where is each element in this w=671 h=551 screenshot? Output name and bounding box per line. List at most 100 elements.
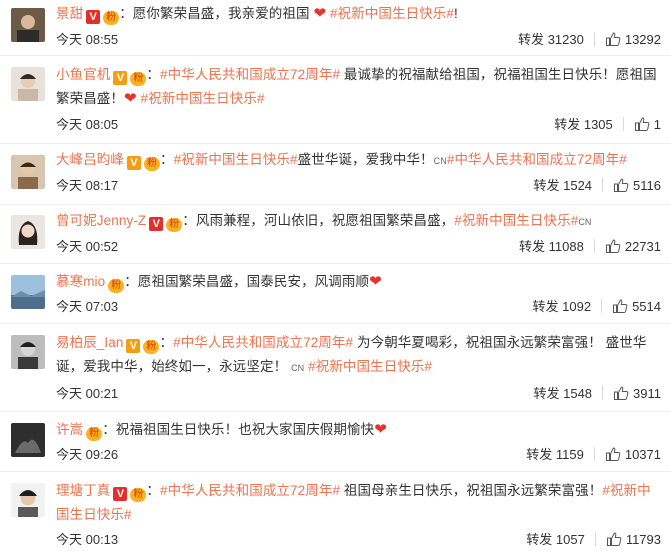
like-button[interactable]: 11793 <box>606 530 661 550</box>
comment-item: 慕寒mio 粉：愿祖国繁荣昌盛，国泰民安，风调雨顺❤ 今天 07:03 转发 10… <box>0 264 671 324</box>
topic-link[interactable]: #祝新中国生日快乐# <box>174 152 298 167</box>
comment-text: 盛世华诞，爱我中华！ <box>297 152 434 167</box>
repost-button[interactable]: 转发 11088 <box>519 237 584 257</box>
comment-body: 曾可妮Jenny-Z V 粉：风雨兼程，河山依旧，祝愿祖国繁荣昌盛，#祝新中国生日快… <box>56 209 661 234</box>
avatar[interactable] <box>11 155 45 189</box>
timestamp: 今天 00:52 <box>56 239 119 254</box>
thumb-up-icon <box>614 178 629 192</box>
like-button[interactable]: 5116 <box>613 176 661 196</box>
username[interactable]: 理塘丁真 <box>56 483 110 498</box>
avatar[interactable] <box>11 423 45 457</box>
like-count: 10371 <box>624 447 661 462</box>
comment-body: 大峰吕昀峰 V 粉：#祝新中国生日快乐#盛世华诞，爱我中华！CN#中华人民共和国成立… <box>56 152 627 171</box>
comment-text: 祖国母亲生日快乐，祝祖国永远繁荣富强！ <box>340 483 603 498</box>
username[interactable]: 景甜 <box>56 6 83 21</box>
repost-button[interactable]: 转发 1305 <box>554 115 613 135</box>
topic-link[interactable]: #祝新中国生日快乐# <box>454 213 578 228</box>
comment-meta: 今天 00:21 转发 1548 3911 <box>56 384 661 404</box>
comment-item: 大峰吕昀峰 V 粉：#祝新中国生日快乐#盛世华诞，爱我中华！CN#中华人民共和国成立… <box>0 144 671 205</box>
comment-text: ：愿祖国繁荣昌盛，国泰民安，风调雨顺 <box>124 274 370 289</box>
avatar[interactable] <box>11 483 45 517</box>
fan-badge-icon: 粉 <box>166 218 183 232</box>
thumb-up-icon <box>606 532 622 546</box>
thumb-up-icon <box>605 239 621 253</box>
username[interactable]: 易柏辰_Ian <box>56 335 123 350</box>
divider <box>594 532 596 546</box>
username[interactable]: 慕寒mio <box>56 274 105 289</box>
like-button[interactable]: 22731 <box>605 237 661 257</box>
verified-v-icon: V <box>127 156 141 170</box>
fan-badge-icon: 粉 <box>130 72 147 86</box>
comment-meta: 今天 00:13 转发 1057 11793 <box>56 530 661 550</box>
fan-badge-icon: 粉 <box>143 340 160 354</box>
topic-link[interactable]: #中华人民共和国成立72周年# <box>160 67 340 82</box>
thumb-up-icon <box>605 447 621 461</box>
comment-body: 理塘丁真 V 粉：#中华人民共和国成立72周年# 祖国母亲生日快乐，祝祖国永远繁荣富… <box>56 483 651 522</box>
like-count: 5514 <box>632 299 661 314</box>
username[interactable]: 许嵩 <box>56 422 83 437</box>
comment-meta: 今天 08:55 转发 31230 13292 <box>56 30 661 50</box>
divider <box>602 386 604 400</box>
heart-emoji-icon: ❤ <box>374 421 387 438</box>
comment-item: 曾可妮Jenny-Z V 粉：风雨兼程，河山依旧，祝愿祖国繁荣昌盛，#祝新中国生日快… <box>0 205 671 264</box>
comment-body: 易柏辰_Ian V 粉：#中华人民共和国成立72周年# 为今朝华夏喝彩，祝祖国永远繁… <box>56 335 647 374</box>
username[interactable]: 大峰吕昀峰 <box>56 152 124 167</box>
avatar[interactable] <box>11 215 45 249</box>
cn-flag-icon: CN <box>291 363 305 373</box>
repost-count: 11088 <box>548 239 584 254</box>
repost-count: 1057 <box>555 532 585 547</box>
timestamp: 今天 07:03 <box>56 299 119 314</box>
repost-count: 1524 <box>563 178 593 193</box>
timestamp: 今天 08:05 <box>56 117 119 132</box>
repost-count: 1159 <box>555 447 584 462</box>
timestamp: 今天 00:13 <box>56 532 119 547</box>
like-count: 11793 <box>625 532 661 547</box>
like-button[interactable]: 5514 <box>612 297 661 317</box>
heart-emoji-icon: ❤ <box>369 273 382 290</box>
timestamp: 今天 08:17 <box>56 178 119 193</box>
like-count: 5116 <box>633 178 661 193</box>
topic-link[interactable]: #祝新中国生日快乐# <box>308 359 432 374</box>
verified-v-icon: V <box>113 487 128 501</box>
topic-link[interactable]: #祝新中国生日快乐# <box>141 91 265 106</box>
comment-item: 理塘丁真 V 粉：#中华人民共和国成立72周年# 祖国母亲生日快乐，祝祖国永远繁荣富… <box>0 472 671 551</box>
username[interactable]: 曾可妮Jenny-Z <box>56 213 146 228</box>
repost-button[interactable]: 转发 1159 <box>526 445 584 465</box>
like-button[interactable]: 1 <box>634 115 661 135</box>
repost-button[interactable]: 转发 31230 <box>518 30 584 50</box>
like-button[interactable]: 10371 <box>605 445 661 465</box>
verified-v-icon: V <box>86 10 101 24</box>
topic-link[interactable]: #中华人民共和国成立72周年# <box>447 152 627 167</box>
repost-button[interactable]: 转发 1524 <box>533 176 592 196</box>
repost-count: 1092 <box>562 299 592 314</box>
comment-text: ：愿你繁荣昌盛，我亲爱的祖国 <box>119 6 314 21</box>
like-button[interactable]: 3911 <box>613 384 661 404</box>
comment-item: 景甜 V 粉：愿你繁荣昌盛，我亲爱的祖国 ❤ #祝新中国生日快乐#! 今天 08:5… <box>0 0 671 56</box>
username[interactable]: 小鱼官机 <box>56 67 110 82</box>
comment-item: 小鱼官机 V 粉：#中华人民共和国成立72周年# 最诚挚的祝福献给祖国，祝福祖国生日… <box>0 56 671 144</box>
topic-link[interactable]: #中华人民共和国成立72周年# <box>160 483 340 498</box>
fan-badge-icon: 粉 <box>86 427 103 441</box>
avatar[interactable] <box>11 275 45 309</box>
heart-emoji-icon: ❤ <box>313 5 327 22</box>
cn-flag-icon: CN <box>433 156 447 166</box>
timestamp: 今天 00:21 <box>56 386 119 401</box>
verified-v-icon: V <box>113 71 128 85</box>
avatar[interactable] <box>11 67 45 101</box>
divider <box>593 447 595 461</box>
comment-meta: 今天 08:17 转发 1524 5116 <box>56 176 661 196</box>
fan-badge-icon: 粉 <box>103 11 120 25</box>
comment-body: 许嵩粉：祝福祖国生日快乐！也祝大家国庆假期愉快❤ <box>56 418 661 442</box>
repost-count: 1305 <box>583 117 613 132</box>
thumb-up-icon <box>613 299 628 313</box>
avatar[interactable] <box>11 335 45 369</box>
repost-button[interactable]: 转发 1092 <box>533 297 592 317</box>
topic-link[interactable]: #祝新中国生日快乐# <box>330 6 454 21</box>
like-button[interactable]: 13292 <box>605 30 661 50</box>
topic-link[interactable]: #中华人民共和国成立72周年# <box>173 335 353 350</box>
repost-count: 31230 <box>547 32 584 47</box>
avatar[interactable] <box>11 8 45 42</box>
repost-button[interactable]: 转发 1548 <box>533 384 592 404</box>
divider <box>593 32 595 46</box>
repost-button[interactable]: 转发 1057 <box>526 530 585 550</box>
